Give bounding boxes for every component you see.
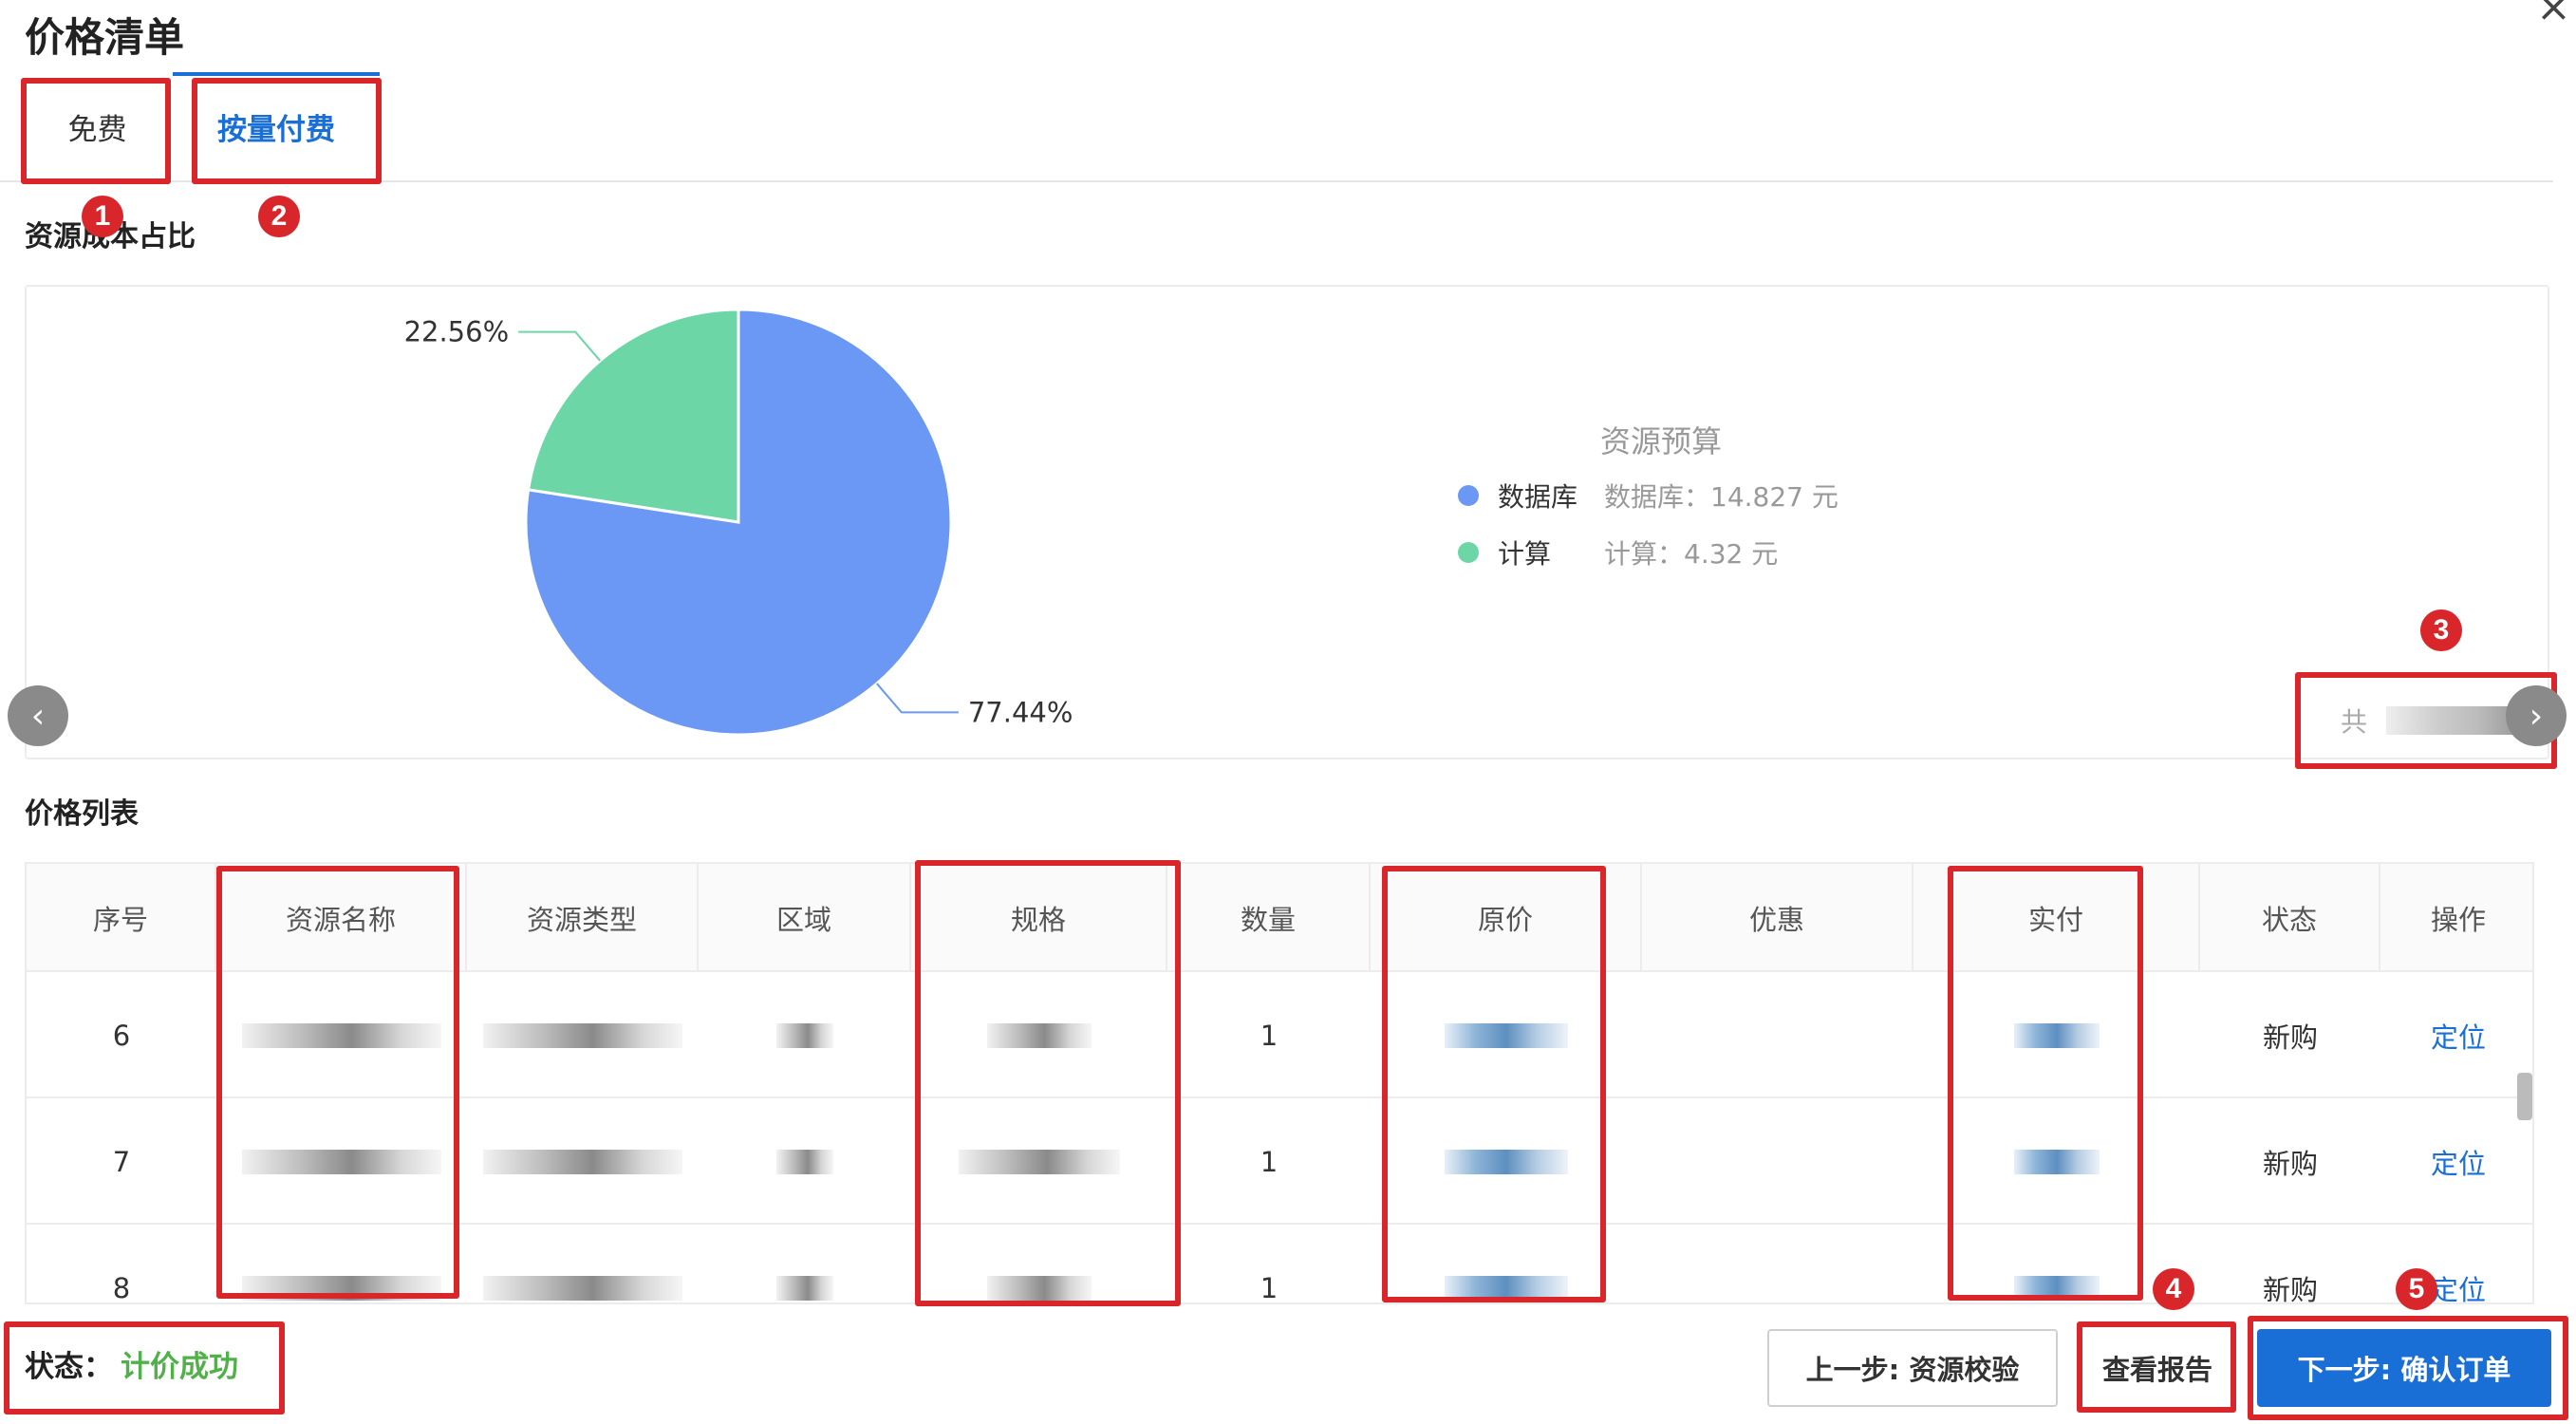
col-resource-name: 资源名称 bbox=[216, 864, 467, 972]
cell-region-redacted bbox=[699, 1225, 911, 1302]
pager-redacted bbox=[2386, 706, 2520, 735]
price-table: 序号 资源名称 资源类型 区域 规格 数量 原价 优惠 实付 状态 操作 6 1… bbox=[25, 862, 2534, 1304]
cell-spec-redacted bbox=[911, 1098, 1167, 1225]
cell-name-redacted bbox=[216, 972, 467, 1098]
price-list-title: 价格列表 bbox=[25, 797, 139, 831]
legend-dot-compute bbox=[1458, 542, 1479, 563]
cell-original-price-redacted bbox=[1371, 1098, 1642, 1225]
pie-label-0: 77.44% bbox=[968, 696, 1073, 728]
legend-title: 资源预算 bbox=[1600, 423, 1723, 459]
carousel-prev-button[interactable]: ‹ bbox=[8, 685, 68, 746]
pager-prefix: 共 bbox=[2341, 706, 2368, 738]
status-value: 计价成功 bbox=[121, 1350, 238, 1384]
col-quantity: 数量 bbox=[1167, 864, 1371, 972]
col-action: 操作 bbox=[2430, 904, 2486, 936]
cell-status: 新购 bbox=[2262, 1021, 2318, 1054]
prev-step-button[interactable]: 上一步: 资源校验 bbox=[1767, 1329, 2058, 1407]
next-step-button[interactable]: 下一步: 确认订单 bbox=[2257, 1329, 2551, 1407]
annotation-badge-3: 3 bbox=[2420, 609, 2462, 651]
cell-discount bbox=[1642, 1225, 1913, 1302]
pie-leader-line-1 bbox=[518, 330, 601, 362]
cell-status: 新购 bbox=[2262, 1273, 2318, 1304]
legend-item-compute[interactable]: 计算 计算：4.32 元 bbox=[1458, 534, 1778, 571]
cell-discount bbox=[1642, 1098, 1913, 1225]
table-row: 6 1 新购 定位 bbox=[27, 972, 2532, 1098]
cell-paid-redacted bbox=[1913, 972, 2200, 1098]
locate-link[interactable]: 定位 bbox=[2380, 972, 2532, 1098]
col-status: 状态 bbox=[2200, 864, 2380, 972]
col-resource-type: 资源类型 bbox=[467, 864, 699, 972]
status-label: 状态： bbox=[25, 1350, 113, 1384]
col-region: 区域 bbox=[699, 864, 911, 972]
cell-name-redacted bbox=[216, 1098, 467, 1225]
legend-name: 计算 bbox=[1498, 538, 1552, 570]
cell-type-redacted bbox=[467, 972, 699, 1098]
carousel-next-button[interactable]: › bbox=[2506, 685, 2567, 746]
pie-leader-line-0 bbox=[876, 683, 959, 714]
table-row: 7 1 新购 定位 bbox=[27, 1098, 2532, 1225]
legend-name: 数据库 bbox=[1498, 481, 1578, 513]
cell-quantity: 1 bbox=[1260, 1271, 1279, 1304]
col-original-price: 原价 bbox=[1371, 864, 1642, 972]
chevron-left-icon: ‹ bbox=[30, 696, 46, 736]
locate-link[interactable]: 定位 bbox=[2380, 1098, 2532, 1225]
table-scrollbar[interactable] bbox=[2517, 1073, 2532, 1120]
annotation-badge-2: 2 bbox=[258, 196, 300, 237]
pricing-status: 状态： 计价成功 bbox=[25, 1342, 238, 1385]
cell-discount bbox=[1642, 972, 1913, 1098]
legend-value: 数据库：14.827 元 bbox=[1604, 481, 1839, 513]
legend-item-database[interactable]: 数据库 数据库：14.827 元 bbox=[1458, 477, 1839, 515]
cell-status: 新购 bbox=[2262, 1147, 2318, 1180]
legend-value: 计算：4.32 元 bbox=[1604, 538, 1779, 570]
cell-original-price-redacted bbox=[1371, 972, 1642, 1098]
col-index: 序号 bbox=[27, 864, 216, 972]
pie-slice-1[interactable] bbox=[526, 308, 740, 524]
cell-index: 8 bbox=[112, 1271, 131, 1304]
cell-quantity: 1 bbox=[1260, 1019, 1279, 1052]
annotation-badge-1: 1 bbox=[82, 196, 123, 237]
cell-original-price-redacted bbox=[1371, 1225, 1642, 1302]
col-spec: 规格 bbox=[911, 864, 1167, 972]
pie-label-1: 22.56% bbox=[404, 316, 510, 348]
cell-quantity: 1 bbox=[1260, 1145, 1279, 1178]
legend-dot-database bbox=[1458, 485, 1479, 506]
view-report-button[interactable]: 查看报告 bbox=[2084, 1329, 2231, 1407]
col-discount: 优惠 bbox=[1642, 864, 1913, 972]
cell-index: 7 bbox=[112, 1145, 131, 1178]
cell-index: 6 bbox=[112, 1019, 131, 1052]
annotation-badge-5: 5 bbox=[2396, 1268, 2437, 1310]
cell-region-redacted bbox=[699, 972, 911, 1098]
cost-pie-chart: 77.44% 22.56% bbox=[404, 308, 1073, 737]
cell-type-redacted bbox=[467, 1225, 699, 1302]
cell-spec-redacted bbox=[911, 1225, 1167, 1302]
col-paid: 实付 bbox=[1913, 864, 2200, 972]
cell-spec-redacted bbox=[911, 972, 1167, 1098]
table-header: 序号 资源名称 资源类型 区域 规格 数量 原价 优惠 实付 状态 操作 bbox=[27, 864, 2532, 972]
annotation-badge-4: 4 bbox=[2153, 1268, 2194, 1310]
cell-region-redacted bbox=[699, 1098, 911, 1225]
cell-paid-redacted bbox=[1913, 1098, 2200, 1225]
chevron-right-icon: › bbox=[2529, 696, 2544, 736]
cell-type-redacted bbox=[467, 1098, 699, 1225]
cell-name-redacted bbox=[216, 1225, 467, 1302]
